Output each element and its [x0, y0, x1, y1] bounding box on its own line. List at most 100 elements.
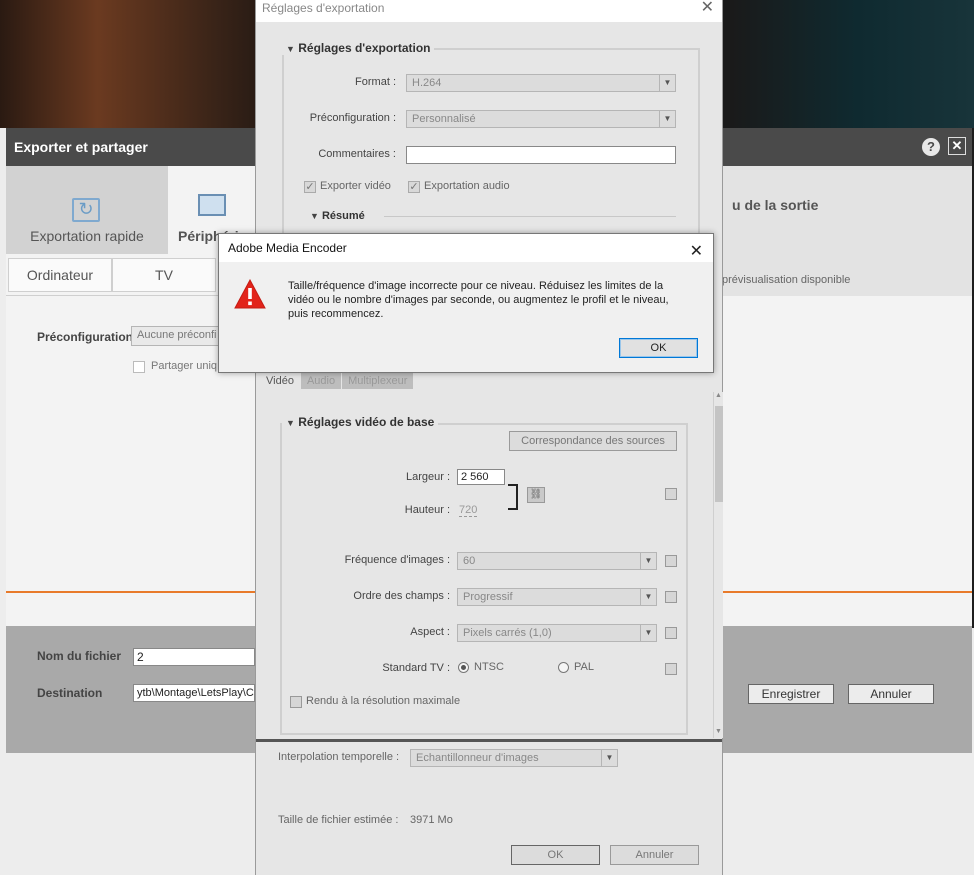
- tv-standard-parameter-checkbox[interactable]: [665, 663, 677, 675]
- file-size-value: 3971 Mo: [410, 814, 453, 826]
- ntsc-label: NTSC: [474, 661, 504, 673]
- alert-ok-button[interactable]: OK: [619, 338, 698, 358]
- scroll-up-icon[interactable]: ▲: [715, 392, 722, 399]
- ntsc-radio[interactable]: [458, 662, 469, 673]
- format-label: Format :: [355, 76, 396, 88]
- max-render-checkbox[interactable]: [290, 696, 302, 708]
- filename-input[interactable]: 2: [133, 648, 255, 666]
- export-settings-section-head[interactable]: ▼ Réglages d'exportation: [282, 41, 435, 55]
- file-size-label: Taille de fichier estimée :: [278, 814, 399, 826]
- pal-label: PAL: [574, 661, 594, 673]
- output-title: u de la sortie: [732, 197, 819, 213]
- match-source-button[interactable]: Correspondance des sources: [509, 431, 677, 451]
- help-icon[interactable]: ?: [922, 138, 940, 156]
- destination-input[interactable]: ytb\Montage\LetsPlay\C: [133, 684, 255, 702]
- alert-title: Adobe Media Encoder: [228, 241, 347, 255]
- export-settings-titlebar: Réglages d'exportation ✕: [256, 0, 722, 22]
- field-order-parameter-checkbox[interactable]: [665, 591, 677, 603]
- destination-label: Destination: [37, 686, 103, 700]
- collapse-triangle-icon: ▼: [310, 211, 319, 221]
- ok-button[interactable]: OK: [511, 845, 600, 865]
- format-value: H.264: [412, 77, 442, 89]
- settings-scrollbar[interactable]: ▲ ▼: [713, 392, 723, 738]
- preset-dropdown[interactable]: Personnalisé ▼: [406, 110, 676, 128]
- tv-standard-label: Standard TV :: [382, 662, 450, 674]
- subtab-tv[interactable]: TV: [112, 258, 216, 292]
- collapse-triangle-icon: ▼: [286, 44, 295, 54]
- aspect-parameter-checkbox[interactable]: [665, 627, 677, 639]
- aspect-value: Pixels carrés (1,0): [463, 627, 552, 639]
- tab-quick-export[interactable]: ↻ Exportation rapide: [6, 166, 168, 254]
- chain-link-icon[interactable]: ⛓: [527, 487, 545, 503]
- share-only-checkbox[interactable]: [133, 361, 145, 373]
- format-dropdown[interactable]: H.264 ▼: [406, 74, 676, 92]
- export-audio-checkbox[interactable]: [408, 181, 420, 193]
- export-settings-dialog: Réglages d'exportation ✕ ▼ Réglages d'ex…: [255, 0, 723, 875]
- summary-section-head[interactable]: ▼ Résumé: [306, 210, 369, 222]
- close-icon[interactable]: ✕: [948, 137, 966, 155]
- aspect-link-bracket: [508, 484, 518, 510]
- field-order-label: Ordre des champs :: [353, 590, 450, 602]
- devices-icon: [198, 194, 226, 216]
- quick-export-icon: ↻: [72, 198, 100, 222]
- chevron-down-icon: ▼: [601, 750, 617, 766]
- filename-label: Nom du fichier: [37, 649, 122, 663]
- frame-rate-dropdown[interactable]: 60 ▼: [457, 552, 657, 570]
- tab-video[interactable]: Vidéo: [260, 373, 300, 389]
- collapse-triangle-icon: ▼: [286, 418, 295, 428]
- frame-rate-value: 60: [463, 555, 476, 567]
- time-interp-label: Interpolation temporelle :: [278, 751, 400, 763]
- width-input[interactable]: 2 560: [457, 469, 505, 485]
- preset-value: Personnalisé: [412, 113, 476, 125]
- height-label: Hauteur :: [404, 504, 450, 516]
- time-interp-dropdown[interactable]: Echantillonneur d'images ▼: [410, 749, 618, 767]
- chevron-down-icon: ▼: [659, 75, 675, 91]
- tab-quick-export-label: Exportation rapide: [30, 228, 144, 244]
- pal-radio[interactable]: [558, 662, 569, 673]
- alert-titlebar: Adobe Media Encoder ✕: [219, 234, 713, 262]
- summary-divider: [384, 216, 676, 217]
- preset-label: Préconfiguration: [37, 330, 134, 344]
- export-video-checkbox[interactable]: [304, 181, 316, 193]
- share-only-label: Partager uniq: [151, 360, 218, 372]
- export-audio-label: Exportation audio: [424, 180, 510, 192]
- comments-label: Commentaires :: [318, 148, 396, 160]
- settings-tabs: Vidéo Audio Multiplexeur: [260, 373, 414, 389]
- cancel-button[interactable]: Annuler: [610, 845, 699, 865]
- close-icon[interactable]: ✕: [701, 0, 714, 16]
- height-value[interactable]: 720: [459, 504, 478, 517]
- width-label: Largeur :: [405, 471, 450, 483]
- subtab-computer[interactable]: Ordinateur: [8, 258, 112, 292]
- warning-icon: [234, 279, 266, 309]
- width-height-parameter-checkbox[interactable]: [665, 488, 677, 500]
- media-encoder-alert: Adobe Media Encoder ✕ Taille/fréquence d…: [218, 233, 714, 373]
- export-share-title: Exporter et partager: [14, 139, 148, 155]
- time-interp-value: Echantillonneur d'images: [416, 752, 539, 764]
- scroll-down-icon[interactable]: ▼: [715, 728, 722, 735]
- preview-status: prévisualisation disponible: [722, 274, 851, 286]
- aspect-label: Aspect :: [410, 626, 450, 638]
- frame-rate-label: Fréquence d'images :: [344, 554, 450, 566]
- panel-divider: [256, 739, 722, 742]
- tab-multiplexer[interactable]: Multiplexeur: [342, 373, 414, 389]
- export-settings-section-title: Réglages d'exportation: [298, 41, 431, 55]
- aspect-dropdown[interactable]: Pixels carrés (1,0) ▼: [457, 624, 657, 642]
- summary-title: Résumé: [321, 210, 365, 222]
- chevron-down-icon: ▼: [640, 589, 656, 605]
- chevron-down-icon: ▼: [640, 625, 656, 641]
- export-video-label: Exporter vidéo: [320, 180, 391, 192]
- save-button[interactable]: Enregistrer: [748, 684, 834, 704]
- cancel-button[interactable]: Annuler: [848, 684, 934, 704]
- scrollbar-thumb[interactable]: [715, 406, 723, 502]
- alert-message: Taille/fréquence d'image incorrecte pour…: [288, 280, 669, 320]
- frame-rate-parameter-checkbox[interactable]: [665, 555, 677, 567]
- tab-audio[interactable]: Audio: [300, 373, 342, 389]
- preset-label: Préconfiguration :: [309, 112, 396, 124]
- max-render-label: Rendu à la résolution maximale: [306, 695, 461, 707]
- field-order-value: Progressif: [463, 591, 513, 603]
- field-order-dropdown[interactable]: Progressif ▼: [457, 588, 657, 606]
- basic-video-section-head[interactable]: ▼ Réglages vidéo de base: [282, 415, 439, 429]
- basic-video-title: Réglages vidéo de base: [298, 415, 435, 429]
- alert-body: Taille/fréquence d'image incorrecte pour…: [219, 262, 713, 372]
- comments-input[interactable]: [406, 146, 676, 164]
